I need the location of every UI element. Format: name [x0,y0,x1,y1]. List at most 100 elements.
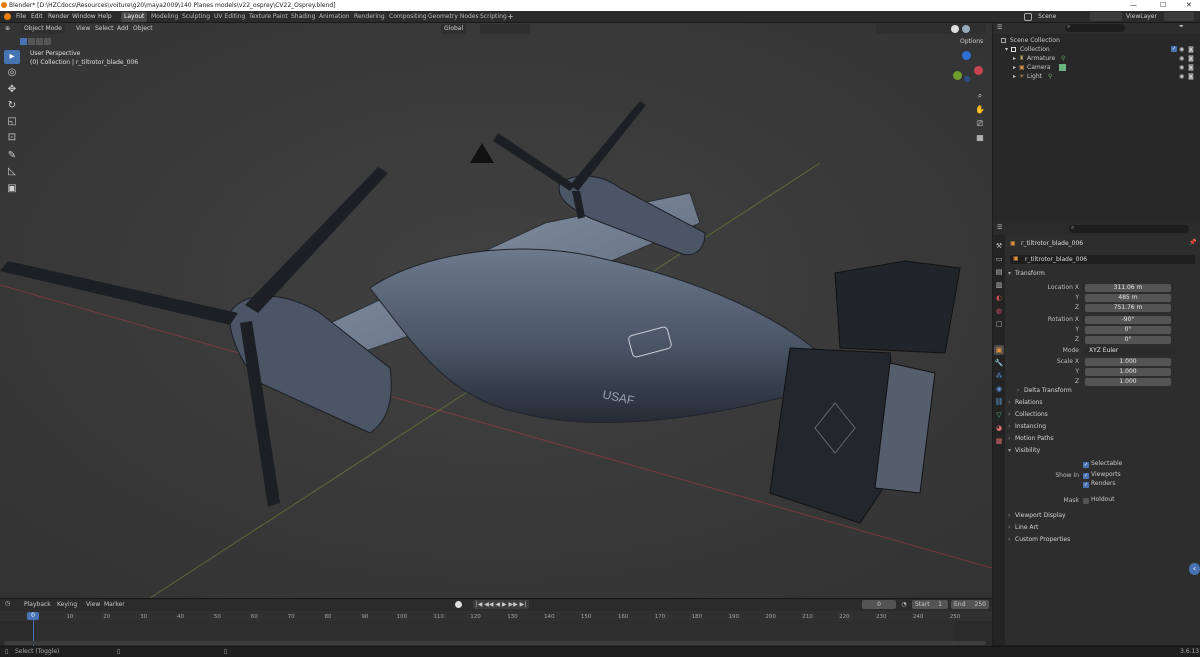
gizmo-x-axis[interactable] [974,66,983,75]
properties-panel[interactable]: ☰ ⌕ ⚒ ▭ ▤ ▥ ◐ ◍ ▢ ▣ 🔧 ⁂ ◉ ⛓ ▽ ◕ ▦ ▣ r_ti… [993,223,1200,645]
select-invert-icon[interactable] [44,38,51,45]
collection-checkbox[interactable]: ✓ [1171,46,1177,52]
data-tab-icon[interactable]: ▽ [994,410,1004,420]
eye-icon[interactable]: ◉ [1179,45,1184,54]
viewport-menu-view[interactable]: View [76,23,90,35]
properties-editor-icon[interactable]: ☰ [997,224,1002,231]
render-icon[interactable]: ◙ [1188,54,1194,63]
object-mode-dropdown[interactable]: Object Mode [21,24,65,34]
3d-viewport[interactable]: USAF ⊕ Object Mode View Select Add Objec… [0,23,992,598]
measure-tool-icon[interactable]: ◺ [4,165,20,179]
select-extend-icon[interactable] [28,38,35,45]
section-relations[interactable]: › Relations [1008,398,1043,408]
section-viewport-display[interactable]: › Viewport Display [1008,511,1066,521]
material-tab-icon[interactable]: ◕ [994,423,1004,433]
outliner-row-camera[interactable]: ▸ ▣ Camera ◉ ◙ [993,63,1200,72]
render-icon[interactable]: ◙ [1188,63,1194,72]
viewlayer-name[interactable]: ViewLayer [1126,11,1157,23]
camera-view-icon[interactable]: ⎚ [974,118,986,130]
rotation-mode-dropdown[interactable]: XYZ Euler [1085,347,1177,355]
outliner-row-scene-collection[interactable]: Scene Collection [993,36,1200,45]
location-x-field[interactable]: 311.06 m [1085,284,1171,292]
select-tool-icon[interactable]: ▸ [4,50,20,64]
options-dropdown[interactable]: Options [957,37,986,47]
tab-compositing[interactable]: Compositing [386,12,430,22]
blender-menu-icon[interactable] [4,13,11,20]
menu-help[interactable]: Help [98,11,112,23]
tab-sculpting[interactable]: Sculpting [179,12,213,22]
location-z-field[interactable]: 751.76 m [1085,304,1171,312]
minimize-button[interactable]: — [1130,0,1137,11]
pan-hand-icon[interactable]: ✋ [974,104,986,116]
tab-modeling[interactable]: Modeling [148,12,181,22]
section-transform[interactable]: ▾ Transform [1008,269,1045,279]
section-custom-properties[interactable]: › Custom Properties [1008,535,1070,545]
tab-layout[interactable]: Layout [121,12,148,22]
tab-geometry-nodes[interactable]: Geometry Nodes [425,12,482,22]
location-y-field[interactable]: 485 m [1085,294,1171,302]
outliner-row-collection[interactable]: ▾ Collection ✓ ◉ ◙ [993,45,1200,54]
outliner-editor-icon[interactable]: ☰ [997,24,1002,31]
maximize-button[interactable]: ☐ [1160,0,1166,11]
viewlayer-buttons[interactable] [1164,12,1194,21]
gizmo-y-axis[interactable] [953,71,962,80]
move-tool-icon[interactable]: ✥ [4,83,20,97]
render-icon[interactable]: ◙ [1188,45,1194,54]
outliner-panel[interactable]: ☰ ⌕ ⏷ Scene Collection ▾ Collection ✓ ◉ … [993,23,1200,223]
rotate-tool-icon[interactable]: ↻ [4,99,20,113]
render-icon[interactable]: ◙ [1188,72,1194,81]
viewport-menu-select[interactable]: Select [95,23,114,35]
render-tab-icon[interactable]: ▭ [994,254,1004,264]
navigation-arrow-icon[interactable]: ‹ [1189,563,1200,575]
menu-file[interactable]: File [16,11,26,23]
constraints-tab-icon[interactable]: ⛓ [994,397,1004,407]
navigation-gizmo[interactable] [950,51,986,87]
selectable-checkbox[interactable]: ✓ [1083,462,1089,468]
renders-checkbox[interactable]: ✓ [1083,482,1089,488]
material-shading-icon[interactable] [962,25,970,33]
gizmo-z-axis[interactable] [962,51,971,60]
texture-tab-icon[interactable]: ▦ [994,436,1004,446]
section-collections[interactable]: › Collections [1008,410,1048,420]
timeline-scrollbar[interactable] [4,641,986,645]
close-button[interactable]: ✕ [1186,0,1192,11]
tool-tab-icon[interactable]: ⚒ [994,241,1004,251]
menu-render[interactable]: Render [48,11,69,23]
tab-rendering[interactable]: Rendering [351,12,388,22]
eye-icon[interactable]: ◉ [1179,72,1184,81]
viewport-menu-object[interactable]: Object [133,23,153,35]
section-instancing[interactable]: › Instancing [1008,422,1046,432]
properties-search-input[interactable] [1069,225,1189,233]
tab-texture-paint[interactable]: Texture Paint [246,12,291,22]
add-workspace-icon[interactable]: + [507,11,514,23]
menu-window[interactable]: Window [72,11,96,23]
object-name-field[interactable]: ▣ r_tiltrotor_blade_006 [1010,255,1195,264]
section-delta-transform[interactable]: › Delta Transform [1017,386,1072,396]
rotation-y-field[interactable]: 0° [1085,326,1171,334]
viewports-checkbox[interactable]: ✓ [1083,473,1089,479]
scene-name[interactable]: Scene [1038,11,1056,23]
viewport-menu-add[interactable]: Add [117,23,129,35]
tab-uv-editing[interactable]: UV Editing [211,12,248,22]
output-tab-icon[interactable]: ▤ [994,267,1004,277]
eye-icon[interactable]: ◉ [1179,54,1184,63]
zoom-icon[interactable]: ⌕ [974,90,986,102]
scale-tool-icon[interactable]: ◱ [4,115,20,129]
menu-edit[interactable]: Edit [31,11,43,23]
tab-animation[interactable]: Animation [316,12,353,22]
pin-icon[interactable]: 📌 [1189,239,1196,246]
outliner-filter-icon[interactable]: ⏷ [1179,23,1184,31]
scale-y-field[interactable]: 1.000 [1085,368,1171,376]
scene-buttons[interactable] [1090,12,1122,21]
scene-icon[interactable] [1024,13,1032,21]
rotation-x-field[interactable]: -90° [1085,316,1171,324]
outliner-search-input[interactable] [1065,24,1125,32]
solid-shading-icon[interactable] [951,25,959,33]
physics-tab-icon[interactable]: ◉ [994,384,1004,394]
eye-icon[interactable]: ◉ [1179,63,1184,72]
selection-mode-buttons[interactable] [20,38,52,46]
select-subtract-icon[interactable] [36,38,43,45]
outliner-row-armature[interactable]: ▸ ♜ Armature ⚲ ◉ ◙ [993,54,1200,63]
transform-tool-icon[interactable]: ⊡ [4,131,20,145]
snapping-buttons[interactable] [480,24,530,34]
